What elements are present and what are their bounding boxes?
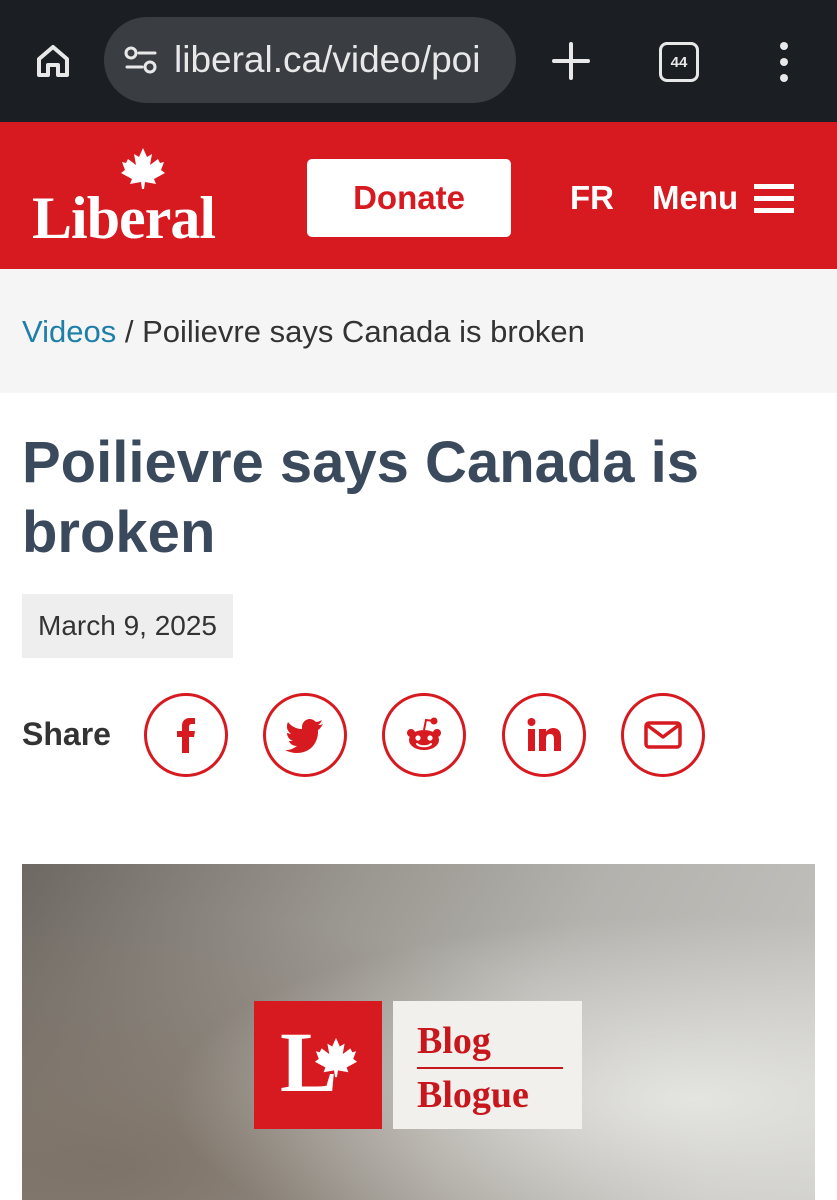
site-settings-icon[interactable] xyxy=(122,41,160,79)
maple-leaf-icon xyxy=(314,1037,358,1078)
home-icon[interactable] xyxy=(28,36,78,86)
menu-label: Menu xyxy=(652,179,739,216)
new-tab-icon[interactable] xyxy=(548,38,594,84)
share-label: Share xyxy=(22,716,111,752)
twitter-icon xyxy=(285,719,323,753)
share-facebook-button[interactable] xyxy=(144,693,228,777)
page-title: Poilievre says Canada is broken xyxy=(22,430,700,565)
breadcrumb-separator: / xyxy=(116,314,143,349)
blog-label-fr: Blogue xyxy=(417,1074,529,1116)
facebook-icon xyxy=(177,718,195,753)
blog-logo-text: Blog Blogue xyxy=(393,1001,582,1129)
hamburger-icon xyxy=(754,184,795,213)
tab-count: 44 xyxy=(670,53,688,71)
more-options-icon[interactable] xyxy=(772,40,796,84)
breadcrumb-current: Poilievre says Canada is broken xyxy=(142,314,585,349)
share-reddit-button[interactable] xyxy=(382,693,466,777)
url-text[interactable]: liberal.ca/video/poi xyxy=(174,39,480,81)
address-bar[interactable]: liberal.ca/video/poi xyxy=(104,17,516,103)
date-badge: March 9, 2025 xyxy=(22,594,233,658)
site-header: Liberal Donate FR Menu xyxy=(0,122,837,269)
browser-toolbar: liberal.ca/video/poi 44 xyxy=(0,0,837,122)
video-thumbnail[interactable]: L Blog Blogue xyxy=(22,864,815,1200)
language-toggle[interactable]: FR xyxy=(570,179,614,217)
breadcrumb: Videos / Poilievre says Canada is broken xyxy=(0,269,837,393)
breadcrumb-videos-link[interactable]: Videos xyxy=(22,314,116,349)
donate-button[interactable]: Donate xyxy=(307,159,511,237)
menu-button[interactable]: Menu xyxy=(652,179,795,217)
liberal-logo[interactable]: Liberal xyxy=(32,144,242,254)
blog-label-en: Blog xyxy=(417,1020,491,1062)
blog-logo-mark: L xyxy=(254,1001,382,1129)
share-twitter-button[interactable] xyxy=(263,693,347,777)
linkedin-icon xyxy=(527,718,561,751)
tab-switcher-button[interactable]: 44 xyxy=(659,42,699,82)
share-linkedin-button[interactable] xyxy=(502,693,586,777)
share-email-button[interactable] xyxy=(621,693,705,777)
divider xyxy=(417,1067,563,1069)
reddit-icon xyxy=(407,717,441,750)
email-icon xyxy=(644,721,682,749)
logo-wordmark: Liberal xyxy=(32,185,216,251)
